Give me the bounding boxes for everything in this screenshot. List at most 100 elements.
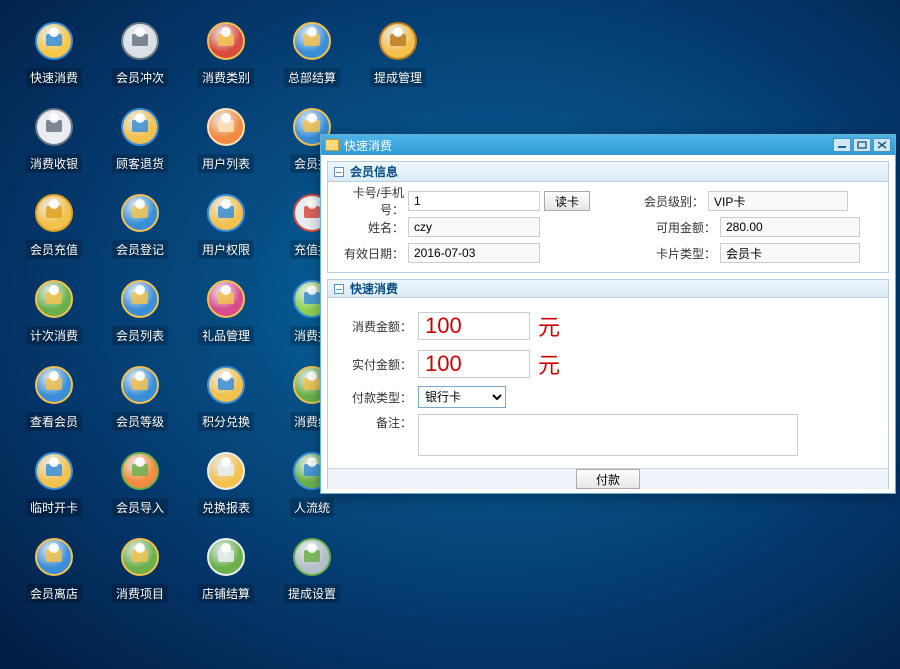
desktop-icon-label: 用户列表: [198, 154, 254, 173]
card-input[interactable]: [408, 191, 540, 211]
view-member-icon: [31, 362, 77, 408]
desktop-icon-label: 会员离店: [26, 584, 82, 603]
desktop-icon-label: 店铺结算: [198, 584, 254, 603]
desktop-icon-label: 顾客退货: [112, 154, 168, 173]
desktop-icon-member-charge[interactable]: 会员冲次: [104, 18, 176, 104]
row-actual-amount: 实付金额： 元: [336, 348, 880, 380]
desktop-icon-label: 礼品管理: [198, 326, 254, 345]
shop-settle-icon: [203, 534, 249, 580]
user-perms-icon: [203, 190, 249, 236]
desktop-icon-gifts[interactable]: 礼品管理: [190, 276, 262, 362]
cashier-icon: [31, 104, 77, 150]
desktop-icon-label: 临时开卡: [26, 498, 82, 517]
temp-card-icon: [31, 448, 77, 494]
desktop-icon-label: 会员登记: [112, 240, 168, 259]
paytype-select[interactable]: 银行卡: [418, 386, 506, 408]
collapse-icon[interactable]: [334, 284, 344, 294]
desktop-icon-consume-item[interactable]: 消费项目: [104, 534, 176, 620]
desktop-icon-commission[interactable]: 提成管理: [362, 18, 434, 104]
points-icon: [203, 362, 249, 408]
balance-value: [720, 217, 860, 237]
count-consume-icon: [31, 276, 77, 322]
desktop-icon-member-register[interactable]: 会员登记: [104, 190, 176, 276]
card-label: 卡号/手机号：: [336, 184, 408, 218]
folder-icon: [325, 139, 339, 151]
name-value: [408, 217, 540, 237]
desktop-icon-member-list[interactable]: 会员列表: [104, 276, 176, 362]
expire-value: [408, 243, 540, 263]
desktop-icon-member-level[interactable]: 会员等级: [104, 362, 176, 448]
panel-header: 快速消费: [328, 280, 888, 298]
titlebar[interactable]: 快速消费: [321, 135, 895, 155]
consume-amount-input[interactable]: [418, 312, 530, 340]
desktop-icon-cashier[interactable]: 消费收银: [18, 104, 90, 190]
panel-title: 会员信息: [350, 163, 398, 180]
returns-icon: [117, 104, 163, 150]
desktop-icon-points[interactable]: 积分兑换: [190, 362, 262, 448]
desktop-icon-label: 计次消费: [26, 326, 82, 345]
desktop-icon-user-perms[interactable]: 用户权限: [190, 190, 262, 276]
desktop-icon-label: 提成设置: [284, 584, 340, 603]
expire-label: 有效日期：: [336, 245, 408, 262]
consume-category-icon: [203, 18, 249, 64]
desktop-icon-commission-set[interactable]: 提成设置: [276, 534, 348, 620]
desktop-icon-temp-card[interactable]: 临时开卡: [18, 448, 90, 534]
level-label: 会员级别：: [636, 193, 708, 210]
member-list-icon: [117, 276, 163, 322]
desktop-icon-user-list[interactable]: 用户列表: [190, 104, 262, 190]
desktop-icon-fast-consume[interactable]: 快速消费: [18, 18, 90, 104]
consume-unit: 元: [538, 310, 560, 342]
desktop-icon-member-import[interactable]: 会员导入: [104, 448, 176, 534]
panel-body: 卡号/手机号： 读卡 会员级别： 姓名： 可用金额：: [328, 182, 888, 272]
consume-item-icon: [117, 534, 163, 580]
member-register-icon: [117, 190, 163, 236]
desktop-icon-shop-settle[interactable]: 店铺结算: [190, 534, 262, 620]
row-remark: 备注：: [336, 414, 880, 456]
commission-set-icon: [289, 534, 335, 580]
cardtype-label: 卡片类型：: [648, 245, 720, 262]
actual-amount-input[interactable]: [418, 350, 530, 378]
desktop-icon-label: 用户权限: [198, 240, 254, 259]
desktop-icon-label: 查看会员: [26, 412, 82, 431]
desktop-icon-consume-category[interactable]: 消费类别: [190, 18, 262, 104]
read-card-button[interactable]: 读卡: [544, 191, 590, 211]
minimize-button[interactable]: [833, 138, 851, 152]
row-expire: 有效日期： 卡片类型：: [336, 240, 880, 266]
desktop-icon-label: 消费收银: [26, 154, 82, 173]
desktop-icon-hq-settle[interactable]: 总部结算: [276, 18, 348, 104]
desktop-icon-returns[interactable]: 顾客退货: [104, 104, 176, 190]
desktop-icon-label: 会员冲次: [112, 68, 168, 87]
maximize-button[interactable]: [853, 138, 871, 152]
panel-title: 快速消费: [350, 280, 398, 297]
desktop-icon-member-leave[interactable]: 会员离店: [18, 534, 90, 620]
gifts-icon: [203, 276, 249, 322]
desktop-icon-member-topup[interactable]: 会员充值: [18, 190, 90, 276]
commission-icon: [375, 18, 421, 64]
close-button[interactable]: [873, 138, 891, 152]
desktop-icon-exchange-report[interactable]: 兑换报表: [190, 448, 262, 534]
desktop-icon-label: 总部结算: [284, 68, 340, 87]
name-label: 姓名：: [336, 219, 408, 236]
desktop-icon-label: 消费项目: [112, 584, 168, 603]
pay-button[interactable]: 付款: [576, 469, 640, 489]
user-list-icon: [203, 104, 249, 150]
fast-consume-window: 快速消费 会员信息 卡号/手机号： 读卡 会员级别：: [320, 134, 896, 494]
fast-consume-panel: 快速消费 消费金额： 元 实付金额： 元 付款类型： 银行卡 备注：: [327, 279, 889, 489]
desktop-icon-label: 人流统: [290, 498, 334, 517]
panel-header: 会员信息: [328, 162, 888, 182]
desktop-icon-label: 会员导入: [112, 498, 168, 517]
desktop-icon-view-member[interactable]: 查看会员: [18, 362, 90, 448]
member-info-panel: 会员信息 卡号/手机号： 读卡 会员级别： 姓名：: [327, 161, 889, 273]
level-value: [708, 191, 848, 211]
remark-label: 备注：: [336, 414, 418, 431]
desktop-icon-count-consume[interactable]: 计次消费: [18, 276, 90, 362]
desktop-icon-label: 会员列表: [112, 326, 168, 345]
actual-amount-label: 实付金额：: [336, 356, 418, 373]
member-topup-icon: [31, 190, 77, 236]
collapse-icon[interactable]: [334, 167, 344, 177]
remark-input[interactable]: [418, 414, 798, 456]
row-consume-amount: 消费金额： 元: [336, 310, 880, 342]
actual-unit: 元: [538, 348, 560, 380]
desktop-icon-label: 快速消费: [26, 68, 82, 87]
member-import-icon: [117, 448, 163, 494]
